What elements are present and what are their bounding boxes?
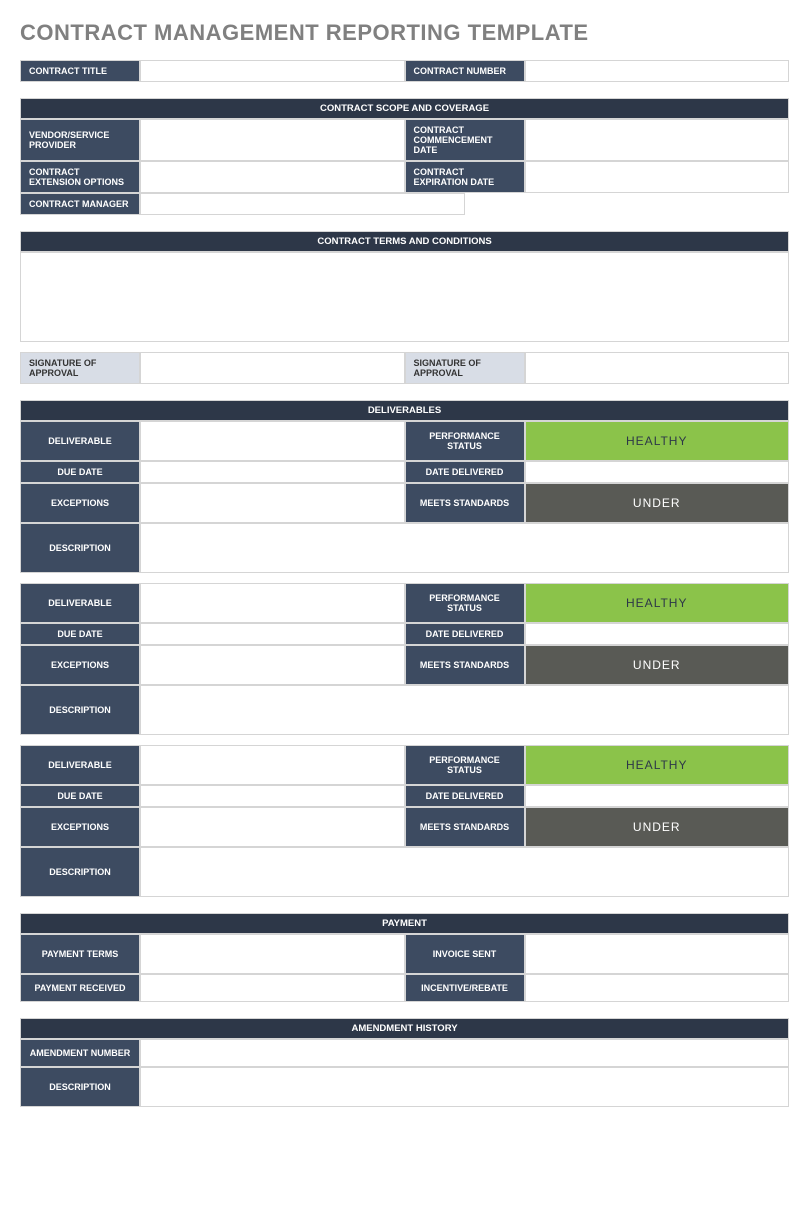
payment-received-label: PAYMENT RECEIVED xyxy=(20,974,140,1002)
meets-standards-value[interactable]: UNDER xyxy=(525,645,790,685)
signature2-input[interactable] xyxy=(525,352,790,384)
deliverable-input[interactable] xyxy=(140,583,405,623)
signature1-input[interactable] xyxy=(140,352,405,384)
meets-standards-value[interactable]: UNDER xyxy=(525,483,790,523)
exceptions-label: EXCEPTIONS xyxy=(20,645,140,685)
description-input[interactable] xyxy=(140,523,789,573)
scope-header: CONTRACT SCOPE AND COVERAGE xyxy=(20,98,789,119)
deliverable-item: DELIVERABLE PERFORMANCE STATUS HEALTHY D… xyxy=(20,745,789,897)
due-date-input[interactable] xyxy=(140,785,405,807)
perf-status-value[interactable]: HEALTHY xyxy=(525,421,790,461)
date-delivered-label: DATE DELIVERED xyxy=(405,785,525,807)
meets-standards-label: MEETS STANDARDS xyxy=(405,807,525,847)
deliverables-header: DELIVERABLES xyxy=(20,400,789,421)
amendment-number-label: AMENDMENT NUMBER xyxy=(20,1039,140,1067)
deliverable-item: DELIVERABLE PERFORMANCE STATUS HEALTHY D… xyxy=(20,583,789,735)
perf-status-label: PERFORMANCE STATUS xyxy=(405,583,525,623)
expiration-input[interactable] xyxy=(525,161,790,193)
contract-number-input[interactable] xyxy=(525,60,790,82)
meets-standards-label: MEETS STANDARDS xyxy=(405,645,525,685)
due-date-label: DUE DATE xyxy=(20,623,140,645)
perf-status-label: PERFORMANCE STATUS xyxy=(405,745,525,785)
deliverable-label: DELIVERABLE xyxy=(20,745,140,785)
date-delivered-input[interactable] xyxy=(525,623,790,645)
description-label: DESCRIPTION xyxy=(20,523,140,573)
vendor-input[interactable] xyxy=(140,119,405,161)
manager-label: CONTRACT MANAGER xyxy=(20,193,140,215)
contract-header-section: CONTRACT TITLE CONTRACT NUMBER xyxy=(20,60,789,82)
page-title: CONTRACT MANAGEMENT REPORTING TEMPLATE xyxy=(20,20,789,46)
vendor-label: VENDOR/SERVICE PROVIDER xyxy=(20,119,140,161)
extension-label: CONTRACT EXTENSION OPTIONS xyxy=(20,161,140,193)
exceptions-label: EXCEPTIONS xyxy=(20,483,140,523)
invoice-sent-input[interactable] xyxy=(525,934,790,974)
contract-title-input[interactable] xyxy=(140,60,405,82)
date-delivered-input[interactable] xyxy=(525,461,790,483)
contract-number-label: CONTRACT NUMBER xyxy=(405,60,525,82)
terms-section: CONTRACT TERMS AND CONDITIONS SIGNATURE … xyxy=(20,231,789,384)
perf-status-value[interactable]: HEALTHY xyxy=(525,583,790,623)
description-label: DESCRIPTION xyxy=(20,685,140,735)
incentive-rebate-label: INCENTIVE/REBATE xyxy=(405,974,525,1002)
description-input[interactable] xyxy=(140,685,789,735)
expiration-label: CONTRACT EXPIRATION DATE xyxy=(405,161,525,193)
incentive-rebate-input[interactable] xyxy=(525,974,790,1002)
terms-body[interactable] xyxy=(20,252,789,342)
payment-section: PAYMENT PAYMENT TERMS INVOICE SENT PAYME… xyxy=(20,913,789,1002)
amendment-number-input[interactable] xyxy=(140,1039,789,1067)
meets-standards-value[interactable]: UNDER xyxy=(525,807,790,847)
commencement-input[interactable] xyxy=(525,119,790,161)
perf-status-value[interactable]: HEALTHY xyxy=(525,745,790,785)
deliverable-label: DELIVERABLE xyxy=(20,421,140,461)
payment-received-input[interactable] xyxy=(140,974,405,1002)
exceptions-input[interactable] xyxy=(140,483,405,523)
perf-status-label: PERFORMANCE STATUS xyxy=(405,421,525,461)
deliverable-item: DELIVERABLE PERFORMANCE STATUS HEALTHY D… xyxy=(20,421,789,573)
scope-section: CONTRACT SCOPE AND COVERAGE VENDOR/SERVI… xyxy=(20,98,789,215)
date-delivered-label: DATE DELIVERED xyxy=(405,623,525,645)
deliverable-input[interactable] xyxy=(140,745,405,785)
amendment-section: AMENDMENT HISTORY AMENDMENT NUMBER DESCR… xyxy=(20,1018,789,1107)
deliverables-section: DELIVERABLES DELIVERABLE PERFORMANCE STA… xyxy=(20,400,789,897)
deliverable-input[interactable] xyxy=(140,421,405,461)
payment-header: PAYMENT xyxy=(20,913,789,934)
due-date-input[interactable] xyxy=(140,623,405,645)
manager-input[interactable] xyxy=(140,193,465,215)
date-delivered-label: DATE DELIVERED xyxy=(405,461,525,483)
invoice-sent-label: INVOICE SENT xyxy=(405,934,525,974)
payment-terms-input[interactable] xyxy=(140,934,405,974)
meets-standards-label: MEETS STANDARDS xyxy=(405,483,525,523)
deliverable-label: DELIVERABLE xyxy=(20,583,140,623)
contract-title-label: CONTRACT TITLE xyxy=(20,60,140,82)
signature2-label: SIGNATURE OF APPROVAL xyxy=(405,352,525,384)
description-input[interactable] xyxy=(140,847,789,897)
exceptions-input[interactable] xyxy=(140,807,405,847)
due-date-label: DUE DATE xyxy=(20,785,140,807)
exceptions-label: EXCEPTIONS xyxy=(20,807,140,847)
exceptions-input[interactable] xyxy=(140,645,405,685)
date-delivered-input[interactable] xyxy=(525,785,790,807)
amendment-header: AMENDMENT HISTORY xyxy=(20,1018,789,1039)
description-label: DESCRIPTION xyxy=(20,847,140,897)
amendment-description-label: DESCRIPTION xyxy=(20,1067,140,1107)
extension-input[interactable] xyxy=(140,161,405,193)
terms-header: CONTRACT TERMS AND CONDITIONS xyxy=(20,231,789,252)
amendment-description-input[interactable] xyxy=(140,1067,789,1107)
commencement-label: CONTRACT COMMENCEMENT DATE xyxy=(405,119,525,161)
signature1-label: SIGNATURE OF APPROVAL xyxy=(20,352,140,384)
due-date-label: DUE DATE xyxy=(20,461,140,483)
due-date-input[interactable] xyxy=(140,461,405,483)
payment-terms-label: PAYMENT TERMS xyxy=(20,934,140,974)
